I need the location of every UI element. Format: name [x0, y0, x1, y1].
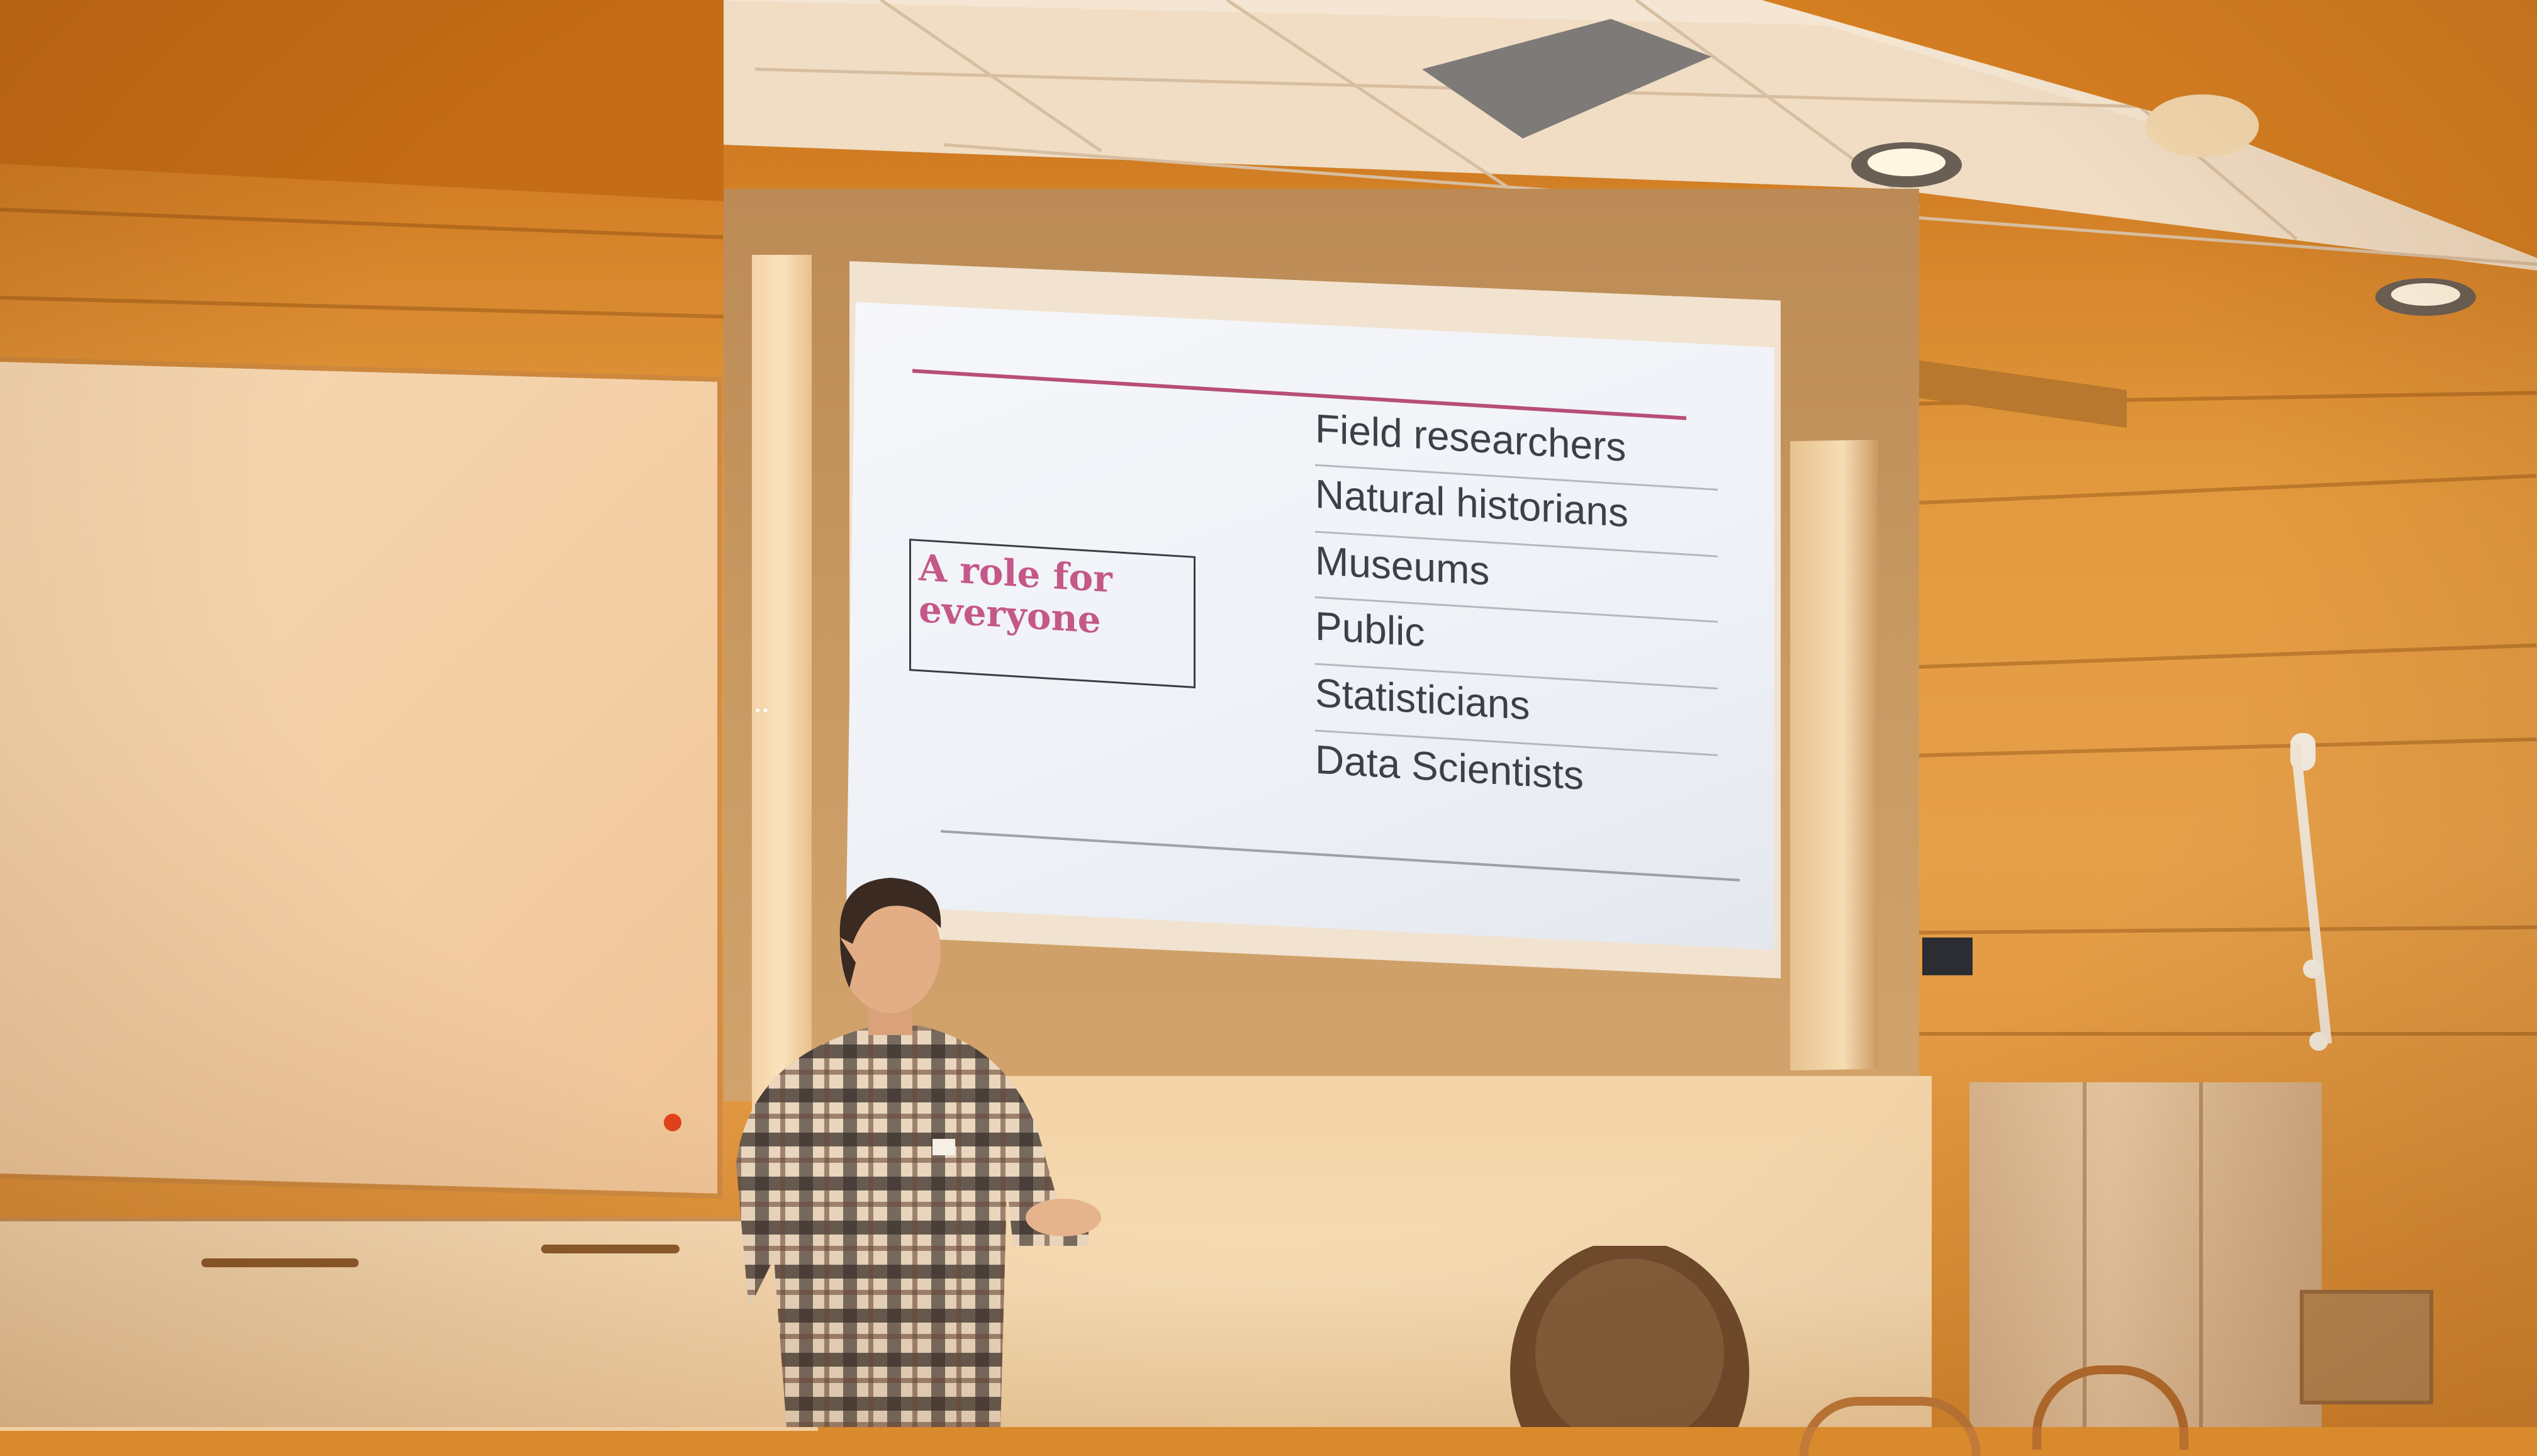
slide-top-rule	[912, 369, 1686, 420]
slide-title: A role for everyone	[919, 546, 1112, 642]
whiteboard	[0, 362, 717, 1194]
role-item: Museums	[1315, 537, 1490, 594]
screen-rail	[1790, 439, 1878, 1071]
role-item: Data Scientists	[1315, 736, 1584, 798]
name-badge	[932, 1139, 955, 1155]
audience-member-head	[1498, 1246, 1762, 1427]
lower-whiteboard-panel	[956, 1076, 1932, 1427]
speaker-figure	[736, 878, 1101, 1427]
chair-back	[1800, 1397, 1981, 1456]
whiteboard-magnet	[664, 1114, 681, 1131]
role-item: Natural historians	[1315, 471, 1628, 536]
role-item: Statisticians	[1315, 669, 1530, 729]
projected-slide: A role for everyone Field researchers Na…	[846, 302, 1774, 950]
wall-plank-seam	[1862, 1032, 2537, 1036]
role-item: Public	[1315, 603, 1425, 656]
wall-socket	[2309, 1032, 2328, 1051]
speaker-person	[711, 868, 1101, 1427]
wall-box	[2300, 1290, 2433, 1404]
ceiling-fixture	[2146, 94, 2259, 157]
audience-head-figure	[1510, 1246, 1749, 1427]
lectern	[0, 1218, 818, 1431]
wall-sign	[1922, 938, 1973, 975]
door-seam	[2199, 1082, 2203, 1427]
lectern-handle	[201, 1258, 359, 1267]
lectern-handle	[541, 1245, 680, 1253]
indicator-lights: ● ●	[755, 705, 768, 715]
wall-socket	[2303, 960, 2322, 978]
